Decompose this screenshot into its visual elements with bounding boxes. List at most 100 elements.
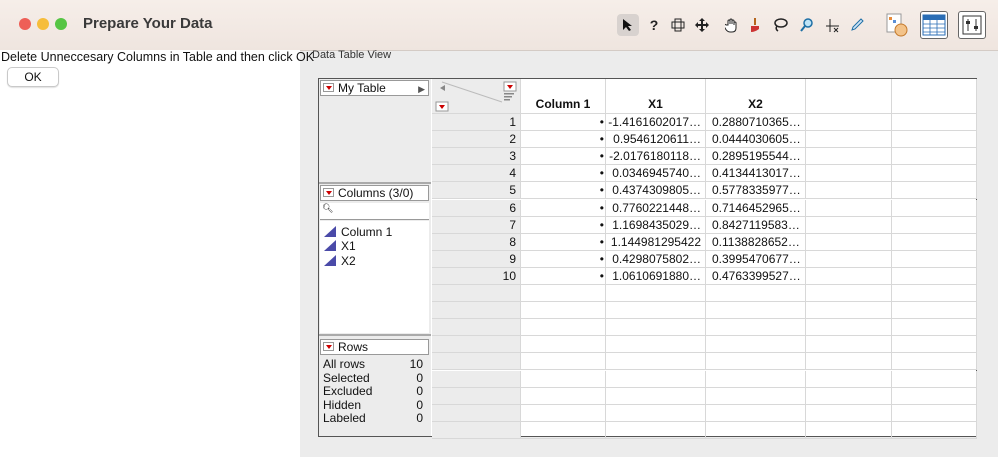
table-cell[interactable]: 0.2895195544… [706, 148, 806, 166]
table-cell [806, 216, 892, 234]
row-number[interactable]: 7 [432, 216, 521, 234]
zoom-window-button[interactable] [55, 18, 67, 30]
table-cell [606, 370, 706, 388]
table-cell [892, 131, 977, 149]
search-icon: 🔍︎ [322, 203, 334, 213]
table-cell [806, 319, 892, 337]
column-item[interactable]: X1 [324, 239, 356, 253]
hand-icon[interactable] [721, 14, 743, 36]
rows-menu-icon[interactable] [323, 342, 334, 351]
table-cell[interactable]: 0.9546120611… [606, 131, 706, 149]
instruction-text: Delete Unneccesary Columns in Table and … [1, 50, 315, 64]
table-cell [521, 319, 606, 337]
table-cell [806, 148, 892, 166]
columns-header[interactable]: Columns (3/0) [320, 185, 429, 201]
table-cell[interactable]: • [521, 114, 606, 132]
row-stat-label: All rows [323, 357, 366, 371]
table-cell[interactable]: 0.8427119583… [706, 216, 806, 234]
table-cell[interactable]: 0.7146452965… [706, 199, 806, 217]
table-cell[interactable]: 0.4298075802… [606, 250, 706, 268]
row-number[interactable]: 3 [432, 148, 521, 166]
minimize-window-button[interactable] [37, 18, 49, 30]
table-cell [606, 404, 706, 422]
table-cell [706, 370, 806, 388]
table-cell[interactable]: • [521, 148, 606, 166]
row-number [432, 285, 521, 303]
column-header[interactable]: X2 [706, 79, 806, 114]
row-number[interactable]: 4 [432, 165, 521, 183]
table-cell[interactable]: 0.4374309805… [606, 182, 706, 200]
empty-column-header [892, 79, 977, 114]
table-cell [806, 199, 892, 217]
table-cell[interactable]: • [521, 165, 606, 183]
table-cell[interactable]: • [521, 216, 606, 234]
play-script-icon[interactable]: ▶ [418, 82, 425, 96]
table-cell[interactable]: • [521, 267, 606, 285]
columns-menu-icon[interactable] [323, 188, 334, 197]
crosshair-icon[interactable] [667, 14, 689, 36]
table-cell[interactable]: • [521, 199, 606, 217]
table-cell[interactable]: 1.1698435029… [606, 216, 706, 234]
table-chart-icon[interactable] [883, 11, 911, 39]
column-item[interactable]: X2 [324, 254, 356, 268]
table-cell [806, 336, 892, 354]
table-cell[interactable]: 1.0610691880… [606, 267, 706, 285]
move-icon[interactable] [691, 14, 713, 36]
row-number[interactable]: 2 [432, 131, 521, 149]
column-header[interactable]: Column 1 [521, 79, 606, 114]
table-cell [892, 302, 977, 320]
table-cell[interactable]: 1.144981295422 [606, 233, 706, 251]
column-search-input[interactable]: 🔍︎ [320, 203, 429, 220]
table-name-header[interactable]: My Table ▶ [320, 80, 429, 96]
table-cell [892, 353, 977, 371]
corner-diagonal-icon [435, 81, 517, 112]
row-number[interactable]: 10 [432, 267, 521, 285]
table-cell[interactable]: 0.4763399527… [706, 267, 806, 285]
ok-button[interactable]: OK [7, 67, 59, 87]
row-number[interactable]: 8 [432, 233, 521, 251]
empty-column-header [806, 79, 892, 114]
table-cell[interactable]: 0.0444030605… [706, 131, 806, 149]
table-cell [806, 131, 892, 149]
table-cell [606, 387, 706, 405]
table-cell[interactable]: 0.0346945740… [606, 165, 706, 183]
table-cell [521, 404, 606, 422]
table-cell[interactable]: 0.5778335977… [706, 182, 806, 200]
rows-header[interactable]: Rows [320, 339, 429, 355]
table-cell [892, 370, 977, 388]
table-cell[interactable]: • [521, 182, 606, 200]
row-number[interactable]: 1 [432, 114, 521, 132]
table-cell[interactable]: • [521, 250, 606, 268]
table-cell[interactable]: 0.3995470677… [706, 250, 806, 268]
brush-icon[interactable] [744, 14, 766, 36]
column-header[interactable]: X1 [606, 79, 706, 114]
row-number[interactable]: 6 [432, 199, 521, 217]
table-cell [892, 421, 977, 439]
scaler-icon[interactable] [821, 14, 843, 36]
control-panel-icon[interactable] [958, 11, 986, 39]
columns-panel: Columns (3/0) 🔍︎ Column 1 X1 X2 [319, 184, 431, 336]
arrow-cursor-icon[interactable] [617, 14, 639, 36]
column-item[interactable]: Column 1 [324, 225, 392, 239]
row-stat: Labeled 0 [323, 411, 423, 425]
table-cell[interactable]: -1.4161602017… [606, 114, 706, 132]
table-cell[interactable]: 0.7760221448… [606, 199, 706, 217]
row-number [432, 370, 521, 388]
row-number[interactable]: 5 [432, 182, 521, 200]
table-cell[interactable]: 0.1138828652… [706, 233, 806, 251]
table-cell[interactable]: • [521, 131, 606, 149]
close-window-button[interactable] [19, 18, 31, 30]
row-stat-label: Selected [323, 370, 370, 385]
table-cell[interactable]: -2.0176180118… [606, 148, 706, 166]
table-cell[interactable]: 0.2880710365… [706, 114, 806, 132]
table-menu-icon[interactable] [323, 83, 334, 92]
table-cell[interactable]: 0.4134413017… [706, 165, 806, 183]
table-cell[interactable]: • [521, 233, 606, 251]
row-number[interactable]: 9 [432, 250, 521, 268]
pencil-icon[interactable] [846, 14, 868, 36]
continuous-column-icon [324, 255, 336, 266]
data-table-icon[interactable] [920, 11, 948, 39]
lasso-icon[interactable] [769, 14, 791, 36]
question-help-icon[interactable]: ? [643, 14, 665, 36]
magnifier-icon[interactable] [796, 14, 818, 36]
